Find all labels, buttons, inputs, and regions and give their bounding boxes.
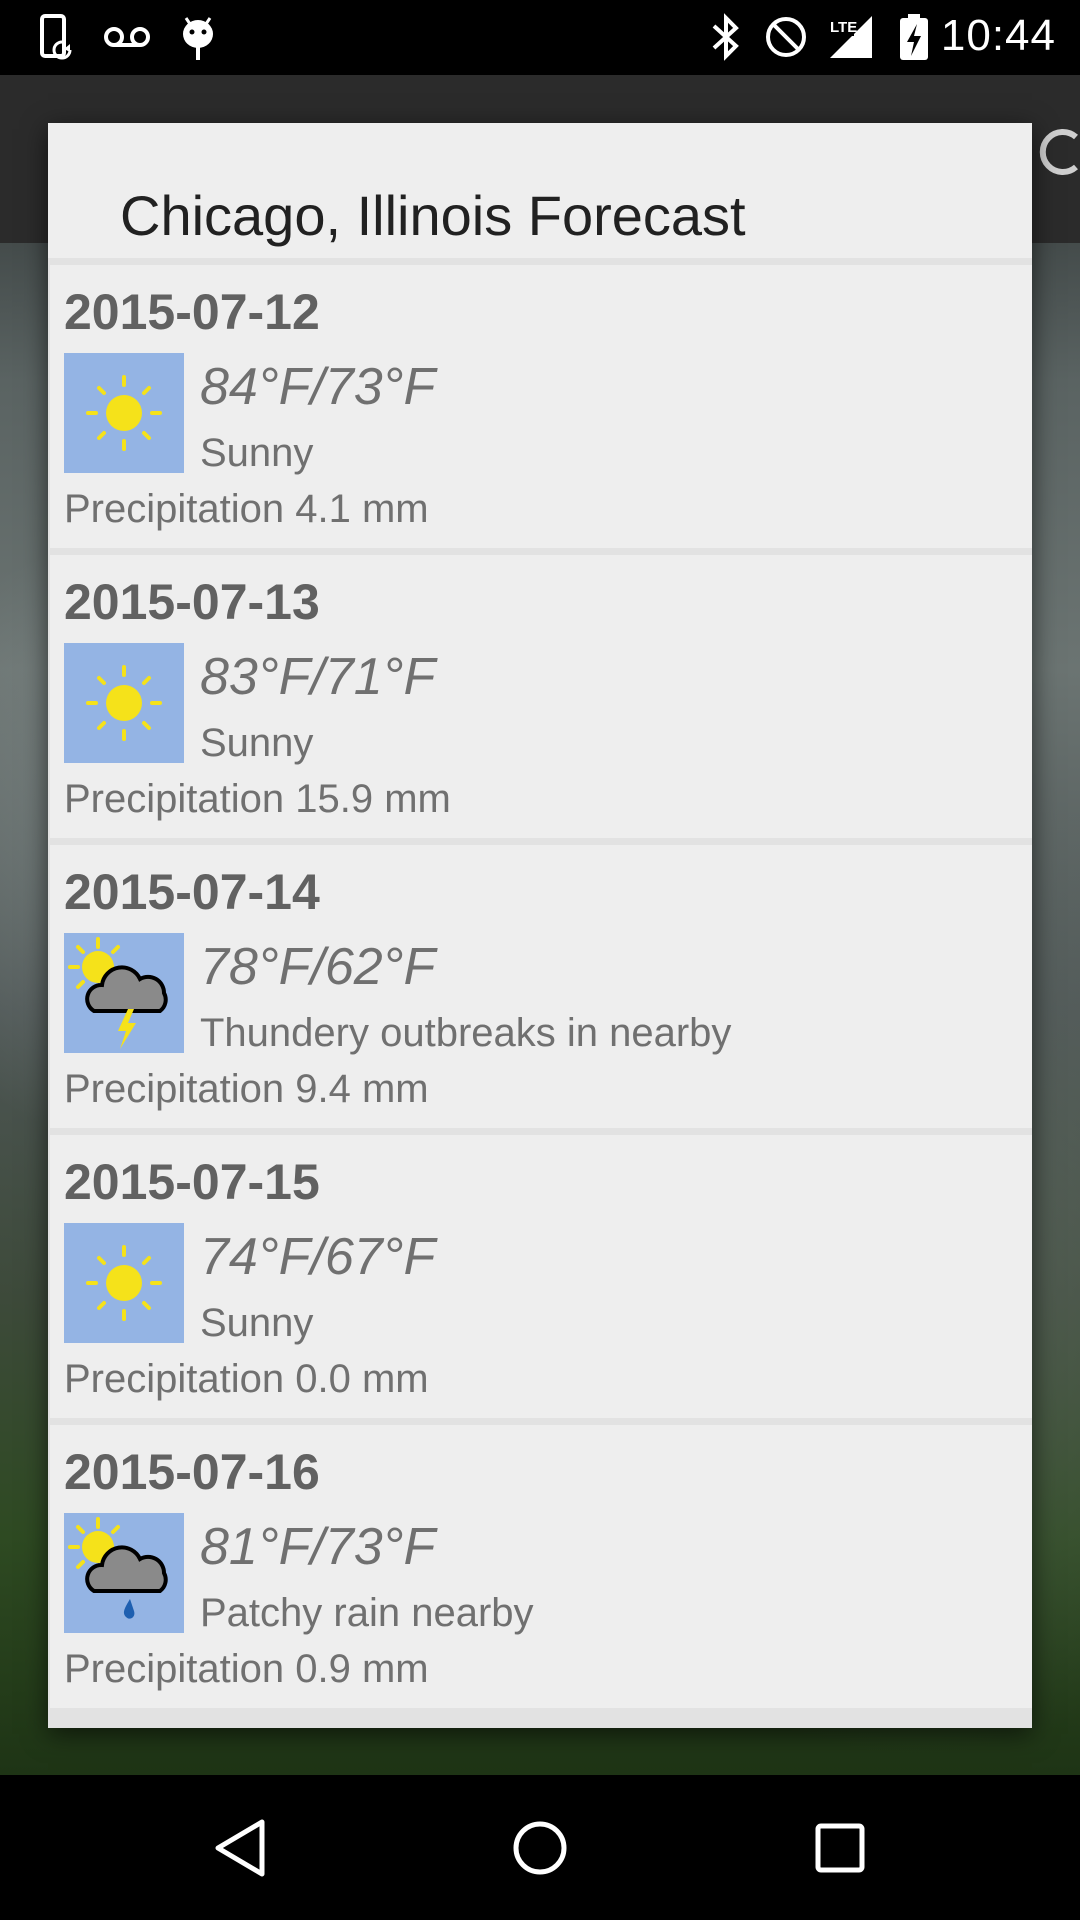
forecast-condition: Sunny [200, 431, 314, 475]
refresh-icon[interactable] [1036, 117, 1080, 187]
forecast-precipitation: Precipitation 9.4 mm [64, 1067, 429, 1111]
svg-text:LTE: LTE [830, 19, 857, 36]
status-bar: LTE 10:44 [0, 0, 1080, 75]
forecast-list[interactable]: 2015-07-12 84°F/73°F Sunny Precipitation… [48, 258, 1032, 1728]
lte-signal-icon: LTE [830, 16, 872, 58]
forecast-temperature: 84°F/73°F [200, 358, 436, 416]
forecast-precipitation: Precipitation 4.1 mm [64, 487, 429, 531]
sunny-icon [64, 353, 184, 473]
forecast-temperature: 81°F/73°F [200, 1518, 436, 1576]
forecast-item[interactable]: 2015-07-16 81°F/73°F Patchy rain nearby … [50, 1425, 1032, 1708]
forecast-date: 2015-07-16 [64, 1444, 320, 1500]
forecast-item[interactable]: 2015-07-15 74°F/67°F Sunny Precipitation… [50, 1135, 1032, 1418]
recents-icon[interactable] [804, 1812, 876, 1884]
forecast-temperature: 83°F/71°F [200, 648, 436, 706]
forecast-temperature: 78°F/62°F [200, 938, 436, 996]
back-icon[interactable] [204, 1812, 276, 1884]
rain-cloud-icon [64, 1513, 184, 1633]
forecast-date: 2015-07-12 [64, 284, 320, 340]
forecast-date: 2015-07-13 [64, 574, 320, 630]
dialog-title: Chicago, Illinois Forecast [120, 184, 746, 247]
battery-charging-icon [900, 14, 928, 60]
sunny-icon [64, 643, 184, 763]
forecast-precipitation: Precipitation 0.9 mm [64, 1647, 429, 1691]
navigation-bar [0, 1776, 1080, 1920]
android-debug-icon [183, 17, 213, 60]
bluetooth-icon [712, 13, 739, 61]
forecast-item[interactable]: 2015-07-13 83°F/71°F Sunny Precipitation… [50, 555, 1032, 838]
forecast-precipitation: Precipitation 0.0 mm [64, 1357, 429, 1401]
forecast-condition: Patchy rain nearby [200, 1591, 534, 1635]
forecast-precipitation: Precipitation 15.9 mm [64, 777, 451, 821]
home-icon[interactable] [504, 1812, 576, 1884]
status-time: 10:44 [940, 11, 1056, 60]
phone-sync-icon [40, 14, 72, 60]
forecast-condition: Thundery outbreaks in nearby [200, 1011, 732, 1055]
forecast-item[interactable]: 2015-07-14 78°F/62°F Thundery outbreaks … [50, 845, 1032, 1128]
voicemail-icon [104, 27, 150, 47]
do-not-disturb-icon [766, 17, 806, 57]
forecast-item[interactable]: 2015-07-12 84°F/73°F Sunny Precipitation… [50, 265, 1032, 548]
sunny-icon [64, 1223, 184, 1343]
forecast-condition: Sunny [200, 1301, 314, 1345]
forecast-date: 2015-07-14 [64, 864, 320, 920]
forecast-condition: Sunny [200, 721, 314, 765]
forecast-date: 2015-07-15 [64, 1154, 320, 1210]
forecast-temperature: 74°F/67°F [200, 1228, 436, 1286]
thunder-cloud-icon [64, 933, 184, 1053]
forecast-dialog: Chicago, Illinois Forecast 2015-07-12 84… [48, 123, 1032, 1728]
